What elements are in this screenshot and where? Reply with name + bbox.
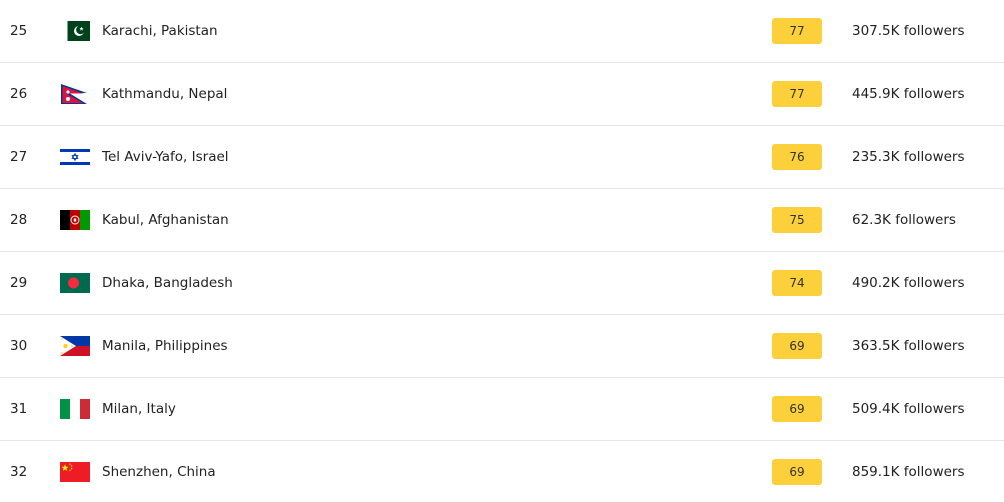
score-badge: 69 xyxy=(772,459,822,485)
score-badge: 69 xyxy=(772,333,822,359)
rank-number: 27 xyxy=(10,149,28,165)
city-name: Manila, Philippines xyxy=(102,338,228,354)
score-badge: 74 xyxy=(772,270,822,296)
nepal-flag-icon xyxy=(60,84,90,104)
rank-number: 28 xyxy=(10,212,28,228)
city-name: Milan, Italy xyxy=(102,401,176,417)
list-item[interactable]: 30 Manila, Philippines 69 363.5K followe… xyxy=(0,315,1004,378)
follower-count: 363.5K followers xyxy=(852,338,965,354)
list-item[interactable]: 29 Dhaka, Bangladesh 74 490.2K followers xyxy=(0,252,1004,315)
score-badge: 77 xyxy=(772,81,822,107)
follower-count: 509.4K followers xyxy=(852,401,965,417)
china-flag-icon xyxy=(60,462,90,482)
city-name: Shenzhen, China xyxy=(102,464,216,480)
score-badge: 69 xyxy=(772,396,822,422)
list-item[interactable]: 32 Shenzhen, China 69 859.1K followers xyxy=(0,441,1004,502)
rank-number: 30 xyxy=(10,338,28,354)
follower-count: 490.2K followers xyxy=(852,275,965,291)
israel-flag-icon xyxy=(60,147,90,167)
afghanistan-flag-icon xyxy=(60,210,90,230)
list-item[interactable]: 28 Kabul, Afghanistan 75 62.3K followers xyxy=(0,189,1004,252)
list-item[interactable]: 31 Milan, Italy 69 509.4K followers xyxy=(0,378,1004,441)
italy-flag-icon xyxy=(60,399,90,419)
score-badge: 75 xyxy=(772,207,822,233)
list-item[interactable]: 27 Tel Aviv-Yafo, Israel 76 235.3K follo… xyxy=(0,126,1004,189)
city-name: Kabul, Afghanistan xyxy=(102,212,229,228)
city-name: Tel Aviv-Yafo, Israel xyxy=(102,149,229,165)
bangladesh-flag-icon xyxy=(60,273,90,293)
follower-count: 307.5K followers xyxy=(852,23,965,39)
score-badge: 76 xyxy=(772,144,822,170)
rank-number: 29 xyxy=(10,275,28,291)
rank-number: 31 xyxy=(10,401,28,417)
follower-count: 62.3K followers xyxy=(852,212,956,228)
score-badge: 77 xyxy=(772,18,822,44)
rank-number: 26 xyxy=(10,86,28,102)
city-name: Kathmandu, Nepal xyxy=(102,86,228,102)
rank-number: 25 xyxy=(10,23,28,39)
philippines-flag-icon xyxy=(60,336,90,356)
city-ranking-list: 25 Karachi, Pakistan 77 307.5K followers… xyxy=(0,0,1004,502)
pakistan-flag-icon xyxy=(60,21,90,41)
city-name: Dhaka, Bangladesh xyxy=(102,275,233,291)
follower-count: 445.9K followers xyxy=(852,86,965,102)
city-name: Karachi, Pakistan xyxy=(102,23,218,39)
rank-number: 32 xyxy=(10,464,28,480)
list-item[interactable]: 25 Karachi, Pakistan 77 307.5K followers xyxy=(0,0,1004,63)
list-item[interactable]: 26 Kathmandu, Nepal 77 445.9K followers xyxy=(0,63,1004,126)
follower-count: 859.1K followers xyxy=(852,464,965,480)
follower-count: 235.3K followers xyxy=(852,149,965,165)
